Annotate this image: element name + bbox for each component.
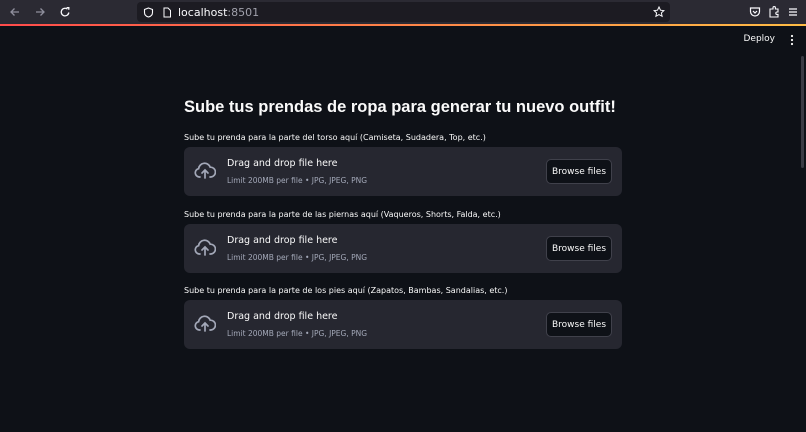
- address-bar[interactable]: localhost:8501: [137, 2, 670, 22]
- pocket-icon[interactable]: [748, 5, 762, 19]
- reload-button[interactable]: [55, 2, 75, 22]
- dropzone[interactable]: Drag and drop file here Limit 200MB per …: [184, 300, 622, 349]
- dropzone-limit: Limit 200MB per file • JPG, JPEG, PNG: [227, 329, 368, 338]
- forward-button[interactable]: [30, 2, 50, 22]
- url-host: localhost: [178, 5, 228, 19]
- kebab-menu-icon: [790, 34, 794, 46]
- scrollbar[interactable]: [801, 56, 804, 168]
- extensions-icon[interactable]: [767, 5, 781, 19]
- back-button[interactable]: [5, 2, 25, 22]
- file-uploader-torso: Sube tu prenda para la parte del torso a…: [184, 132, 622, 196]
- browse-files-button[interactable]: Browse files: [546, 312, 612, 337]
- dropzone[interactable]: Drag and drop file here Limit 200MB per …: [184, 147, 622, 196]
- page-title: Sube tus prendas de ropa para generar tu…: [184, 98, 616, 116]
- uploader-label: Sube tu prenda para la parte de las pier…: [184, 210, 501, 219]
- dropzone-title: Drag and drop file here: [227, 158, 338, 169]
- reload-icon: [60, 6, 70, 17]
- url-text: localhost:8501: [178, 6, 259, 19]
- url-port: :8501: [227, 5, 260, 19]
- deploy-button[interactable]: Deploy: [743, 34, 775, 44]
- toolbar-right: [748, 2, 800, 22]
- arrow-right-icon: [36, 8, 45, 16]
- uploader-label: Sube tu prenda para la parte de los pies…: [184, 286, 508, 295]
- page-icon: [163, 7, 171, 17]
- uploader-label: Sube tu prenda para la parte del torso a…: [184, 133, 486, 142]
- cloud-upload-icon: [194, 315, 216, 332]
- dropzone-title: Drag and drop file here: [227, 235, 338, 246]
- cloud-upload-icon: [194, 162, 216, 179]
- main-menu-button[interactable]: [786, 33, 798, 47]
- file-uploader-legs: Sube tu prenda para la parte de las pier…: [184, 209, 622, 273]
- menu-icon[interactable]: [786, 5, 800, 19]
- arrow-left-icon: [10, 8, 19, 16]
- bookmark-star-icon[interactable]: [653, 6, 665, 18]
- dropzone-title: Drag and drop file here: [227, 311, 338, 322]
- dropzone-limit: Limit 200MB per file • JPG, JPEG, PNG: [227, 253, 368, 262]
- browser-toolbar: localhost:8501: [0, 0, 806, 24]
- cloud-upload-icon: [194, 239, 216, 256]
- file-uploader-feet: Sube tu prenda para la parte de los pies…: [184, 285, 622, 349]
- browse-files-button[interactable]: Browse files: [546, 236, 612, 261]
- dropzone[interactable]: Drag and drop file here Limit 200MB per …: [184, 224, 622, 273]
- dropzone-limit: Limit 200MB per file • JPG, JPEG, PNG: [227, 176, 368, 185]
- app-header: Deploy: [0, 26, 806, 54]
- main-content: Sube tus prendas de ropa para generar tu…: [184, 96, 622, 349]
- browse-files-button[interactable]: Browse files: [546, 159, 612, 184]
- shield-icon: [143, 6, 154, 18]
